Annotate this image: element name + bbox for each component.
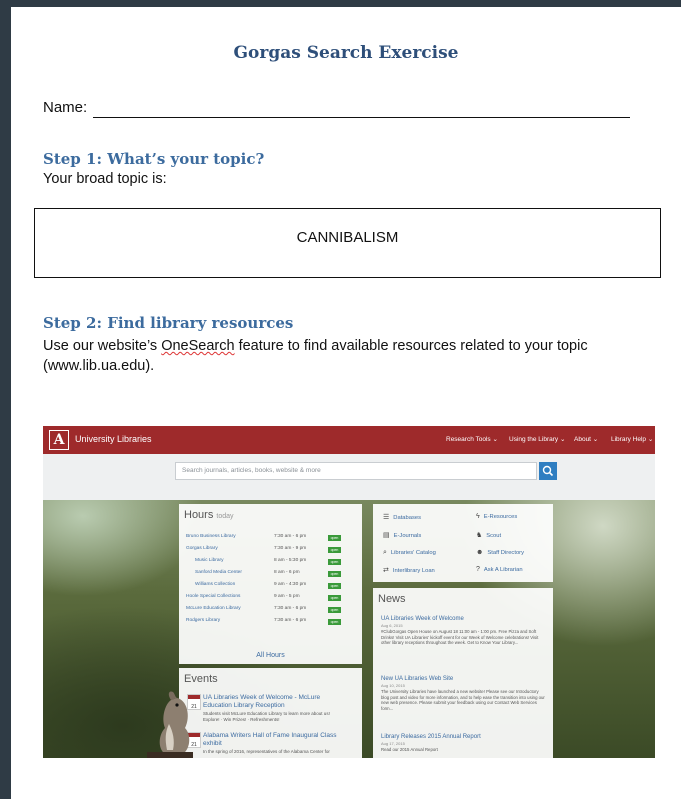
onesearch-word: OneSearch <box>161 338 235 354</box>
nav-library-help[interactable]: Library Help ⌄ <box>611 435 653 443</box>
resource-staff-directory[interactable]: ☻ Staff Directory <box>476 549 524 556</box>
ejournals-icon: ▤ <box>383 532 390 539</box>
library-website-screenshot: A University Libraries Research Tools ⌄ … <box>43 426 655 758</box>
site-header: A University Libraries Research Tools ⌄ … <box>43 426 655 454</box>
news-headline[interactable]: New UA Libraries Web Site <box>381 676 546 682</box>
document-page: Gorgas Search Exercise Name: Step 1: Wha… <box>11 7 681 799</box>
all-hours-link[interactable]: All Hours <box>179 652 362 659</box>
event-desc: Students visit McLure Education Library … <box>203 711 330 722</box>
hours-row[interactable]: Bruno Business Library 7:30 am - 6 pm open <box>186 534 356 544</box>
ua-logo[interactable]: A <box>49 430 69 450</box>
events-title: Events <box>184 673 218 685</box>
name-blank-line[interactable] <box>93 117 630 118</box>
name-label: Name: <box>43 99 88 116</box>
resource-interlibrary-loan[interactable]: ⇄ Interlibrary Loan <box>383 566 435 574</box>
hours-row[interactable]: Sanford Media Center 8 am - 6 pm open <box>195 570 365 580</box>
hours-row[interactable]: Hoole Special Collections 9 am - 5 pm open <box>186 594 356 604</box>
search-icon <box>542 465 554 477</box>
news-headline[interactable]: UA Libraries Week of Welcome <box>381 616 546 622</box>
step2-text: Use our website’s OneSearch feature to f… <box>43 336 588 376</box>
topic-box: CANNIBALISM <box>34 208 661 278</box>
hours-title: Hours today <box>184 509 234 521</box>
event-title[interactable]: UA Libraries Week of Welcome - McLure Ed… <box>203 694 343 710</box>
resource-catalog[interactable]: ⌕ Libraries' Catalog <box>383 549 436 557</box>
news-item[interactable]: Library Releases 2015 Annual Report Aug … <box>381 734 546 753</box>
resource-ask-librarian[interactable]: ? Ask A Librarian <box>476 566 523 573</box>
ask-icon: ? <box>476 566 480 573</box>
event-desc: In the spring of 2016, representatives o… <box>203 749 330 754</box>
page-title: Gorgas Search Exercise <box>233 43 459 63</box>
interlibrary-icon: ⇄ <box>383 567 389 574</box>
news-date: Aug 17, 2015 <box>381 741 405 746</box>
nav-about[interactable]: About ⌄ <box>574 435 598 443</box>
eresources-icon: ϟ <box>476 513 480 520</box>
news-text: #ClubGorgas Open House on August 18 11:0… <box>381 629 539 645</box>
step1-heading: Step 1: What’s your topic? <box>43 150 265 168</box>
news-text: The University Libraries have launched a… <box>381 689 545 711</box>
resources-panel: ☰ Databases ϟ E-Resources ▤ E-Journals ♞ Sco… <box>373 504 553 582</box>
news-date: Aug 10, 2015 <box>381 683 405 688</box>
squirrel-photo <box>147 691 193 758</box>
resource-eresources[interactable]: ϟ E-Resources <box>476 513 517 520</box>
resource-databases[interactable]: ☰ Databases <box>383 513 421 521</box>
news-title: News <box>378 593 406 605</box>
hours-row[interactable]: Music Library 8 am - 5:30 pm open <box>195 558 365 568</box>
step2-url: (www.lib.ua.edu). <box>43 358 155 374</box>
site-name[interactable]: University Libraries <box>75 434 152 444</box>
step2-heading: Step 2: Find library resources <box>43 314 294 332</box>
news-text: Read our 2015 Annual Report <box>381 747 438 752</box>
step2-text-before: Use our website’s <box>43 338 162 354</box>
hours-row[interactable]: McLure Education Library 7:30 am - 6 pm op… <box>186 606 356 616</box>
resource-scout[interactable]: ♞ Scout <box>476 531 501 539</box>
event-title[interactable]: Alabama Writers Hall of Fame Inaugural C… <box>203 732 343 748</box>
nav-using-library[interactable]: Using the Library ⌄ <box>509 435 565 443</box>
staff-icon: ☻ <box>476 549 484 556</box>
news-item[interactable]: UA Libraries Week of Welcome Aug 6, 2015… <box>381 616 546 646</box>
hours-row[interactable]: Gorgas Library 7:30 am - 9 pm open <box>186 546 356 556</box>
hours-panel: Hours today Bruno Business Library 7:30 a… <box>179 504 362 664</box>
topic-value: CANNIBALISM <box>296 229 399 246</box>
onesearch-input[interactable]: Search journals, articles, books, websit… <box>175 462 537 480</box>
news-panel: News UA Libraries Week of Welcome Aug 6,… <box>373 588 553 758</box>
news-headline[interactable]: Library Releases 2015 Annual Report <box>381 734 546 740</box>
search-bar: Search journals, articles, books, websit… <box>43 454 655 500</box>
news-date: Aug 6, 2015 <box>381 623 403 628</box>
nav-research-tools[interactable]: Research Tools ⌄ <box>446 435 498 443</box>
hours-row[interactable]: Williams Collection 9 am - 4:30 pm open <box>195 582 365 592</box>
resource-ejournals[interactable]: ▤ E-Journals <box>383 531 421 539</box>
scout-icon: ♞ <box>476 532 483 539</box>
news-item[interactable]: New UA Libraries Web Site Aug 10, 2015 T… <box>381 676 546 711</box>
search-button[interactable] <box>539 462 557 480</box>
hours-row[interactable]: Rodgers Library 7:30 am - 6 pm open <box>186 618 356 628</box>
catalog-search-icon: ⌕ <box>383 549 387 556</box>
step1-prompt: Your broad topic is: <box>43 171 167 187</box>
step2-text-after: feature to find available resources rela… <box>234 338 588 354</box>
database-icon: ☰ <box>383 514 390 521</box>
events-panel: Events 21 UA Libraries Week of Welcome -… <box>179 668 362 758</box>
